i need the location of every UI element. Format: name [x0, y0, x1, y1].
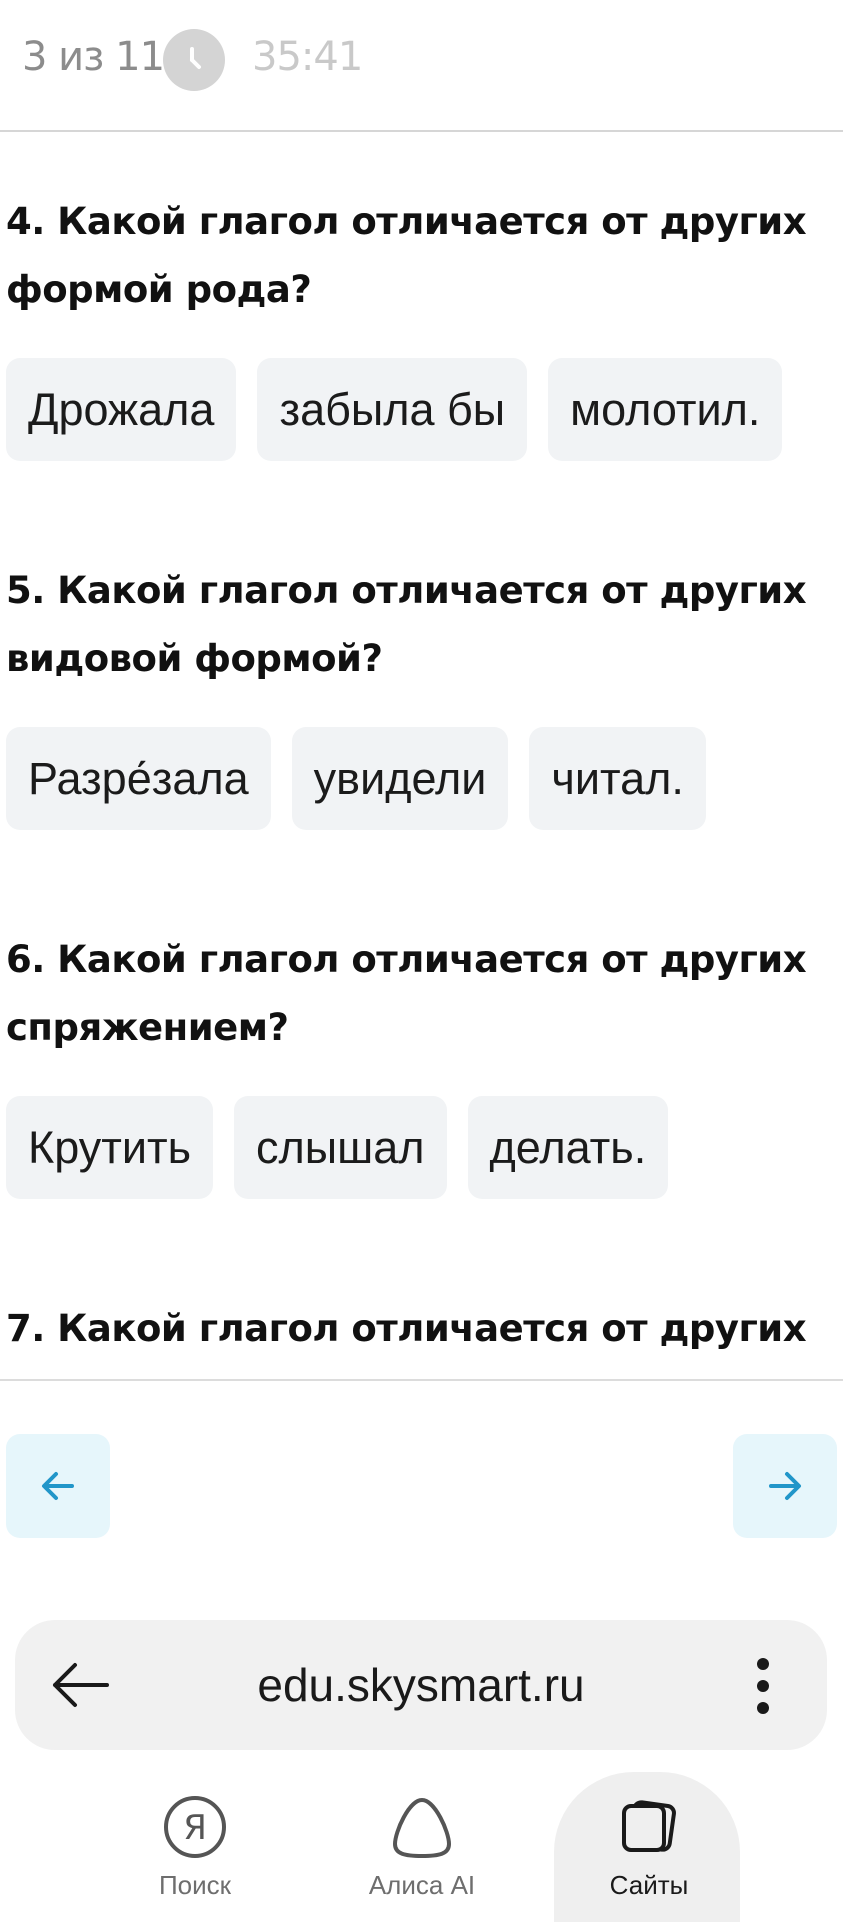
question-6: 6. Какой глагол отличается от других спря… [6, 926, 826, 1199]
test-header: 3 из 11 35:41 [0, 0, 843, 132]
answer-options: Дрожала забыла бы молотил. [6, 358, 826, 461]
arrow-right-icon [769, 1472, 801, 1500]
question-title: 5. Какой глагол отличается от других видо… [6, 569, 807, 680]
answer-option[interactable]: молотил. [548, 358, 783, 461]
tab-label: Поиск [158, 1870, 232, 1900]
divider [0, 1379, 843, 1381]
answer-option[interactable]: Разре́зала [6, 727, 271, 830]
answer-option[interactable]: читал. [529, 727, 706, 830]
answer-option[interactable]: слышал [234, 1096, 447, 1199]
question-5: 5. Какой глагол отличается от других видо… [6, 557, 826, 830]
tab-alice[interactable]: Алиса AI [327, 1770, 517, 1920]
answer-option[interactable]: делать. [467, 1096, 669, 1199]
bottom-navigation: Я Поиск Алиса AI Сайты [0, 1770, 843, 1922]
answer-option[interactable]: увидели [291, 727, 509, 830]
question-title: 7. Какой глагол отличается от других [6, 1307, 807, 1350]
tab-label: Алиса AI [368, 1870, 476, 1900]
url-text[interactable]: edu.skysmart.ru [15, 1658, 827, 1712]
question-title: 6. Какой глагол отличается от других спря… [6, 938, 807, 1049]
alice-icon [392, 1797, 452, 1859]
tab-search[interactable]: Я Поиск [100, 1770, 290, 1920]
question-7: 7. Какой глагол отличается от других [6, 1295, 826, 1363]
answer-option[interactable]: Дрожала [6, 358, 237, 461]
tab-label: Сайты [609, 1870, 689, 1900]
questions-scroll-area[interactable]: 4. Какой глагол отличается от других форм… [0, 132, 843, 1380]
prev-button[interactable] [6, 1434, 110, 1538]
arrow-left-icon [42, 1472, 74, 1500]
answer-options: Крутить слышал делать. [6, 1096, 826, 1199]
next-button[interactable] [733, 1434, 837, 1538]
answer-options: Разре́зала увидели читал. [6, 727, 826, 830]
answer-option[interactable]: забыла бы [257, 358, 528, 461]
question-4: 4. Какой глагол отличается от других форм… [6, 188, 826, 461]
svg-text:Я: Я [183, 1808, 207, 1848]
question-counter: 3 из 11 [22, 34, 165, 80]
yandex-icon: Я [164, 1796, 226, 1858]
timer: 35:41 [252, 34, 363, 80]
answer-option[interactable]: Крутить [6, 1096, 214, 1199]
browser-url-bar[interactable]: edu.skysmart.ru [15, 1620, 827, 1750]
tabs-icon [622, 1800, 676, 1852]
tab-sites[interactable]: Сайты [554, 1770, 744, 1922]
question-title: 4. Какой глагол отличается от других форм… [6, 200, 807, 311]
clock-icon [163, 29, 225, 91]
kebab-menu-icon[interactable] [753, 1656, 773, 1716]
